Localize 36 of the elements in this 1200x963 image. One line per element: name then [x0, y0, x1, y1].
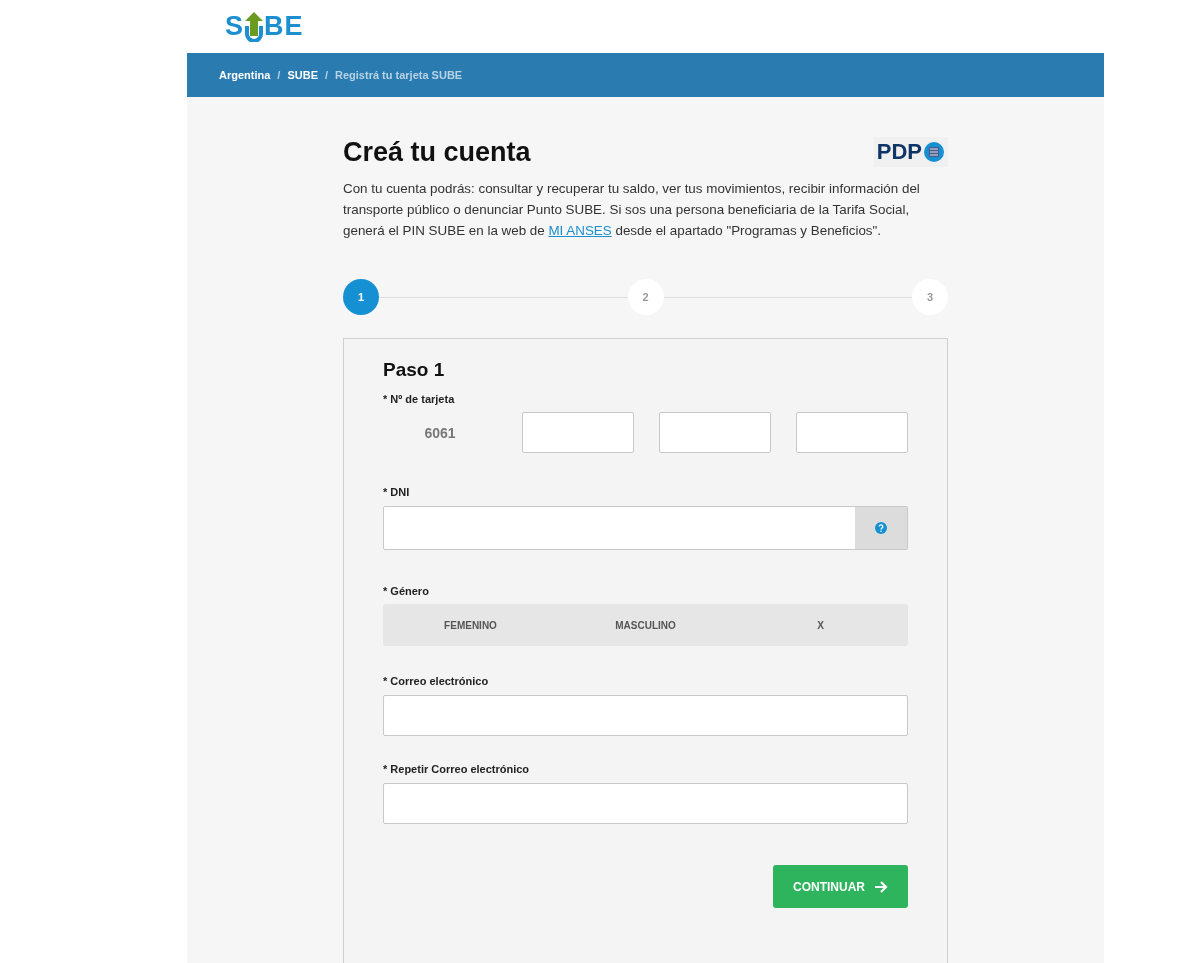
field-label: * DNI: [383, 486, 411, 498]
badge-text: PDP: [876, 139, 922, 165]
continue-button[interactable]: CONTINUAR: [773, 865, 908, 908]
breadcrumb-separator: /: [277, 69, 281, 81]
breadcrumb-link[interactable]: Registrá tu tarjeta SUBE: [335, 69, 463, 81]
globe-icon: [923, 141, 945, 163]
logo-text: BE: [264, 11, 304, 42]
step-heading: Paso 1: [383, 359, 446, 381]
logo-text: S: [225, 11, 244, 42]
gender-option[interactable]: MASCULINO: [558, 604, 733, 646]
help-button[interactable]: [855, 507, 907, 549]
gender-option[interactable]: FEMENINO: [383, 604, 558, 646]
arrow-right-icon: [874, 880, 888, 893]
mi-anses-link[interactable]: MI ANSES: [548, 223, 612, 238]
dni-field[interactable]: [383, 506, 908, 550]
step-indicator: 2: [627, 279, 664, 315]
step-indicator: 1: [343, 279, 379, 315]
input-field[interactable]: [796, 412, 908, 453]
step-indicator: 3: [912, 279, 948, 315]
arrow-icon: [244, 11, 264, 42]
input-field[interactable]: [522, 412, 634, 453]
breadcrumb-link[interactable]: Argentina: [219, 69, 271, 81]
input-field[interactable]: [383, 695, 908, 736]
field-label: * Repetir Correo electrónico: [383, 763, 531, 775]
input-field[interactable]: [659, 412, 771, 453]
breadcrumb-separator: /: [324, 69, 329, 81]
field-label: * Género: [383, 585, 430, 597]
intro-paragraph: Con tu cuenta podrás: consultar y recuperar tu saldo, ver tus movimientos, recibir información del transporte público o denunciar Punto SUBE. Si sos una persona beneficiaria de la Tarifa Social, generá el PIN SUBE en la web de MI ANSES desde el apartado "Programas y Beneficios".: [343, 180, 921, 240]
page-title: Creá tu cuenta: [343, 137, 531, 168]
field-label: * Correo electrónico: [383, 675, 490, 687]
input-field[interactable]: [383, 783, 908, 824]
card-prefix: 6061: [424, 424, 456, 441]
field-label: * Nº de tarjeta: [383, 393, 456, 405]
breadcrumb-link[interactable]: SUBE: [287, 69, 318, 81]
help-icon: [875, 522, 887, 534]
gender-option[interactable]: X: [733, 604, 908, 646]
